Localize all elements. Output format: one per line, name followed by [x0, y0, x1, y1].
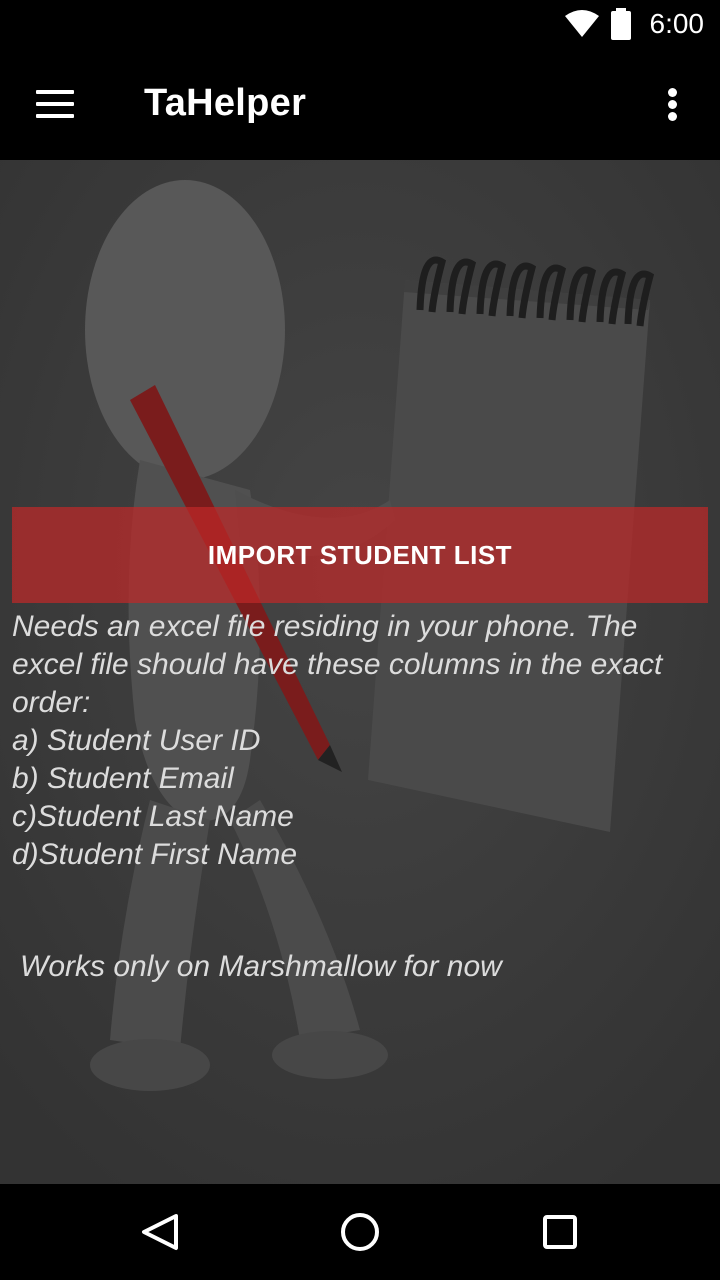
import-student-list-button[interactable]: IMPORT STUDENT LIST	[12, 507, 708, 603]
app-bar: TaHelper	[0, 48, 720, 160]
system-nav-bar	[0, 1184, 720, 1280]
column-item: a) Student User ID	[12, 724, 261, 757]
instructions-intro: Needs an excel file residing in your pho…	[12, 610, 663, 719]
column-item: b) Student Email	[12, 762, 234, 795]
wifi-icon	[564, 10, 599, 37]
status-bar: 6:00	[0, 0, 720, 48]
hamburger-menu-icon[interactable]	[26, 78, 86, 130]
status-icons: 6:00	[564, 0, 705, 48]
status-time: 6:00	[649, 8, 705, 39]
back-triangle-icon[interactable]	[120, 1204, 200, 1260]
compatibility-note: Works only on Marshmallow for now	[20, 950, 502, 983]
battery-icon	[610, 8, 631, 40]
more-vert-icon[interactable]	[652, 84, 696, 124]
main-content: IMPORT STUDENT LIST Needs an excel file …	[0, 160, 720, 1184]
recents-square-icon[interactable]	[520, 1204, 600, 1260]
app-title: TaHelper	[144, 82, 307, 124]
column-item: d)Student First Name	[12, 838, 298, 871]
home-circle-icon[interactable]	[320, 1204, 400, 1260]
column-item: c)Student Last Name	[12, 800, 294, 833]
instructions-text: Needs an excel file residing in your pho…	[12, 608, 712, 874]
